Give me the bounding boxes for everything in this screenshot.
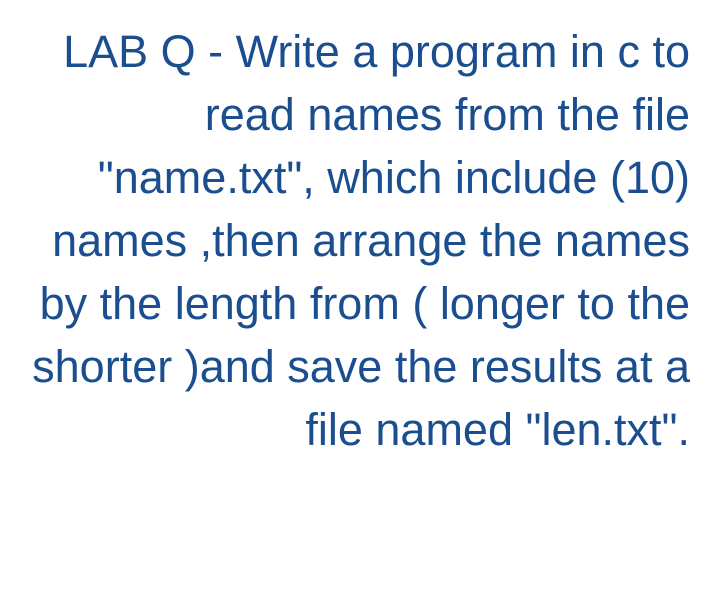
lab-question-text: LAB Q - Write a program in c to read nam… [30,20,690,461]
